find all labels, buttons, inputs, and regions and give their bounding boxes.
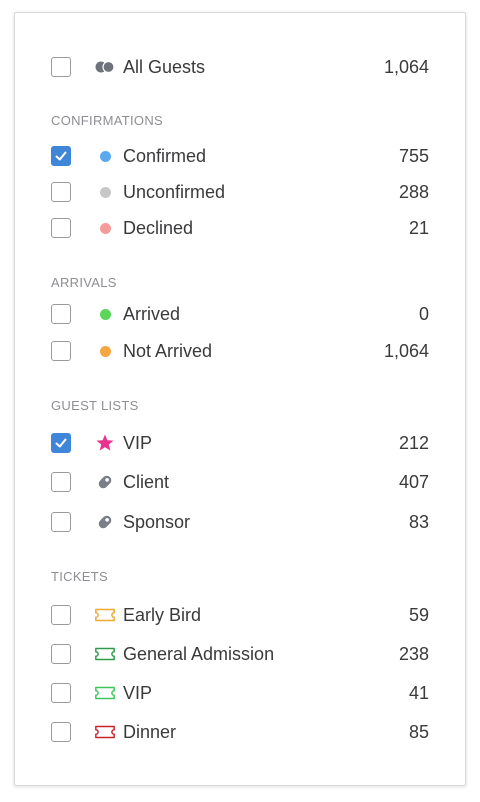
filter-label: General Admission	[123, 643, 275, 664]
checkbox[interactable]	[51, 512, 71, 532]
filter-label: Declined	[123, 217, 194, 238]
checkbox[interactable]	[51, 146, 71, 166]
filter-label: VIP	[123, 432, 153, 453]
status-dot-icon	[94, 218, 116, 238]
filter-row-guest-list-client[interactable]: Client 407	[15, 465, 465, 499]
checkbox[interactable]	[51, 644, 71, 664]
filter-label: Arrived	[123, 303, 181, 324]
filter-label: Dinner	[123, 721, 177, 742]
filter-count: 238	[398, 643, 429, 664]
filter-row-ticket-early-bird[interactable]: Early Bird 59	[15, 598, 465, 632]
guest-filter-panel: All Guests 1,064 CONFIRMATIONS Confirmed…	[14, 12, 466, 786]
filter-row-guest-list-vip[interactable]: VIP 212	[15, 426, 465, 460]
checkbox[interactable]	[51, 341, 71, 361]
checkbox[interactable]	[51, 304, 71, 324]
filter-row-all-guests[interactable]: All Guests 1,064	[15, 50, 465, 84]
filter-row-unconfirmed[interactable]: Unconfirmed 288	[15, 175, 465, 209]
ticket-icon	[94, 644, 116, 664]
checkbox[interactable]	[51, 683, 71, 703]
checkbox[interactable]	[51, 218, 71, 238]
filter-count: 83	[408, 511, 429, 532]
filter-count: 755	[398, 145, 429, 166]
filter-count: 212	[398, 432, 429, 453]
tag-icon	[94, 472, 116, 492]
filter-count: 41	[408, 682, 429, 703]
filter-label: Early Bird	[123, 604, 202, 625]
filter-row-guest-list-sponsor[interactable]: Sponsor 83	[15, 505, 465, 539]
checkbox[interactable]	[51, 182, 71, 202]
status-dot-icon	[94, 146, 116, 166]
filter-row-ticket-vip[interactable]: VIP 41	[15, 676, 465, 710]
filter-count: 1,064	[383, 340, 429, 361]
checkbox[interactable]	[51, 605, 71, 625]
filter-count: 21	[408, 217, 429, 238]
filter-label: Not Arrived	[123, 340, 213, 361]
section-header-confirmations: CONFIRMATIONS	[51, 113, 163, 128]
status-dot-icon	[94, 304, 116, 324]
star-icon	[94, 433, 116, 453]
filter-count: 407	[398, 471, 429, 492]
tag-icon	[94, 512, 116, 532]
filter-count: 1,064	[383, 56, 429, 77]
filter-count: 0	[418, 303, 429, 324]
ticket-icon	[94, 722, 116, 742]
filter-label: Unconfirmed	[123, 181, 226, 202]
filter-label: Sponsor	[123, 511, 191, 532]
filter-row-declined[interactable]: Declined 21	[15, 211, 465, 245]
status-dot-icon	[94, 341, 116, 361]
status-dot-icon	[94, 182, 116, 202]
filter-row-ticket-general-admission[interactable]: General Admission 238	[15, 637, 465, 671]
filter-count: 59	[408, 604, 429, 625]
section-header-guest-lists: GUEST LISTS	[51, 398, 139, 413]
filter-count: 288	[398, 181, 429, 202]
filter-label: Client	[123, 471, 170, 492]
filter-label: All Guests	[123, 56, 206, 77]
ticket-icon	[94, 605, 116, 625]
checkbox[interactable]	[51, 57, 71, 77]
filter-row-not-arrived[interactable]: Not Arrived 1,064	[15, 334, 465, 368]
filter-count: 85	[408, 721, 429, 742]
filter-row-ticket-dinner[interactable]: Dinner 85	[15, 715, 465, 749]
filter-row-arrived[interactable]: Arrived 0	[15, 297, 465, 331]
people-icon	[94, 57, 116, 77]
ticket-icon	[94, 683, 116, 703]
checkbox[interactable]	[51, 433, 71, 453]
checkmark-icon	[55, 438, 67, 448]
checkmark-icon	[55, 151, 67, 161]
section-header-arrivals: ARRIVALS	[51, 275, 117, 290]
checkbox[interactable]	[51, 722, 71, 742]
filter-row-confirmed[interactable]: Confirmed 755	[15, 139, 465, 173]
filter-label: Confirmed	[123, 145, 207, 166]
checkbox[interactable]	[51, 472, 71, 492]
filter-label: VIP	[123, 682, 153, 703]
section-header-tickets: TICKETS	[51, 569, 108, 584]
